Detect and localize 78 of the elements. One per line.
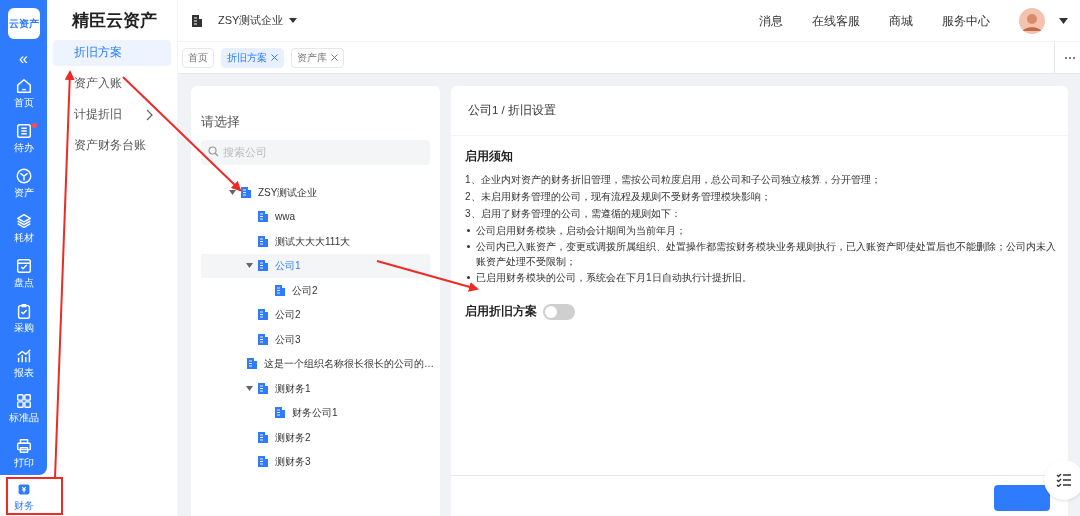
notice-text: 公司内已入账资产，变更或调拨所属组织、处置操作都需按财务模块业务规则执行，已入账资产即使处置后也不能删除；公司内未入账资产处理不受限制； <box>476 240 1057 270</box>
header-link[interactable]: 在线客服 <box>812 11 860 30</box>
building-icon <box>257 381 269 395</box>
building-icon <box>257 430 269 444</box>
tree-item[interactable]: 公司2 <box>201 278 430 303</box>
tab[interactable]: 首页 <box>182 47 214 68</box>
tree-item[interactable]: 测财务3 <box>201 449 430 474</box>
header-link[interactable]: 商城 <box>889 11 913 30</box>
header-link[interactable]: 消息 <box>759 11 783 30</box>
nav-item[interactable]: 首页 <box>1 70 46 115</box>
menu-item[interactable]: 资产财务台账 <box>53 133 171 159</box>
app-title: 精臣云资产 <box>70 10 158 32</box>
caret-down-icon <box>229 189 236 195</box>
collapse-button[interactable]: « <box>19 48 28 70</box>
tree-item[interactable]: 测财务1 <box>201 376 430 401</box>
nav-item[interactable]: 耗材 <box>1 205 46 250</box>
notice-text: 已启用财务模块的公司，系统会在下月1日自动执行计提折旧。 <box>476 271 752 286</box>
building-icon <box>246 357 258 371</box>
primary-button[interactable] <box>994 485 1050 511</box>
caret-down-icon <box>246 385 253 391</box>
layers-icon <box>14 211 33 230</box>
tree-item[interactable]: 财务公司1 <box>201 400 430 425</box>
tree-item[interactable]: 公司3 <box>201 327 430 352</box>
menu-item[interactable]: 资产入账 <box>53 71 171 97</box>
avatar[interactable] <box>1019 7 1045 34</box>
building-icon <box>257 455 269 469</box>
nav-item[interactable]: 打印 <box>1 430 46 475</box>
list-icon <box>14 121 33 140</box>
bar-chart-icon <box>14 346 33 365</box>
building-icon <box>190 13 204 28</box>
building-icon <box>257 332 269 346</box>
tree-item[interactable]: wwa <box>201 204 430 229</box>
building-icon <box>257 259 269 273</box>
menu-item[interactable]: 计提折旧 <box>53 102 171 128</box>
tree-item[interactable]: ZSY测试企业 <box>201 180 430 205</box>
nav-item[interactable]: 待办 <box>1 115 46 160</box>
cube-icon <box>14 166 33 185</box>
tree-item[interactable]: 公司1 <box>201 253 430 278</box>
header-link[interactable]: 服务中心 <box>942 11 990 30</box>
search-icon <box>208 146 219 157</box>
tab[interactable]: 折旧方案 <box>221 47 284 68</box>
building-icon <box>257 308 269 322</box>
caret-down-icon <box>289 18 298 23</box>
nav-item[interactable]: 盘点 <box>1 250 46 295</box>
section-title: 启用须知 <box>465 148 514 164</box>
checklist-icon <box>1056 473 1072 487</box>
caret-down-icon <box>246 263 253 269</box>
logo: 云资产 <box>7 8 40 39</box>
more-icon <box>1064 55 1076 60</box>
building-icon <box>257 210 269 224</box>
menu-item[interactable]: 折旧方案 <box>53 40 171 66</box>
notice-text: 2、未启用财务管理的公司，现有流程及规则不受财务管理模块影响； <box>465 190 772 205</box>
grid-icon <box>14 391 33 410</box>
highlight-frame <box>6 477 63 515</box>
panel-title: 请选择 <box>200 114 241 131</box>
building-icon <box>240 185 252 199</box>
nav-item[interactable]: 标准品 <box>1 385 46 430</box>
tree-item[interactable]: 测试大大大111大 <box>201 229 430 254</box>
building-icon <box>274 283 286 297</box>
home-icon <box>14 76 33 95</box>
company-selector[interactable]: ZSY测试企业 <box>218 12 298 29</box>
nav-item[interactable]: 资产 <box>1 160 46 205</box>
toggle-switch[interactable] <box>543 303 575 320</box>
notice-text: 1、企业内对资产的财务折旧管理，需按公司粒度启用，总公司和子公司独立核算，分开管理； <box>465 173 882 188</box>
building-icon <box>257 234 269 248</box>
caret-down-icon <box>1059 17 1068 24</box>
nav-item[interactable]: 报表 <box>1 340 46 385</box>
breadcrumb: 公司1 / 折旧设置 <box>451 86 1068 136</box>
printer-icon <box>14 436 33 455</box>
notice-text: 公司启用财务模块，启动会计期间为当前年月； <box>476 224 686 239</box>
building-icon <box>274 406 286 420</box>
tab[interactable]: 资产库 <box>291 47 344 68</box>
tree-item[interactable]: 公司2 <box>201 302 430 327</box>
tree-item[interactable]: 测财务2 <box>201 425 430 450</box>
nav-item[interactable]: 采购 <box>1 295 46 340</box>
calendar-check-icon <box>14 256 33 275</box>
toggle-label: 启用折旧方案 <box>465 303 537 320</box>
notice-text: 3、启用了财务管理的公司，需遵循的规则如下： <box>465 207 682 222</box>
